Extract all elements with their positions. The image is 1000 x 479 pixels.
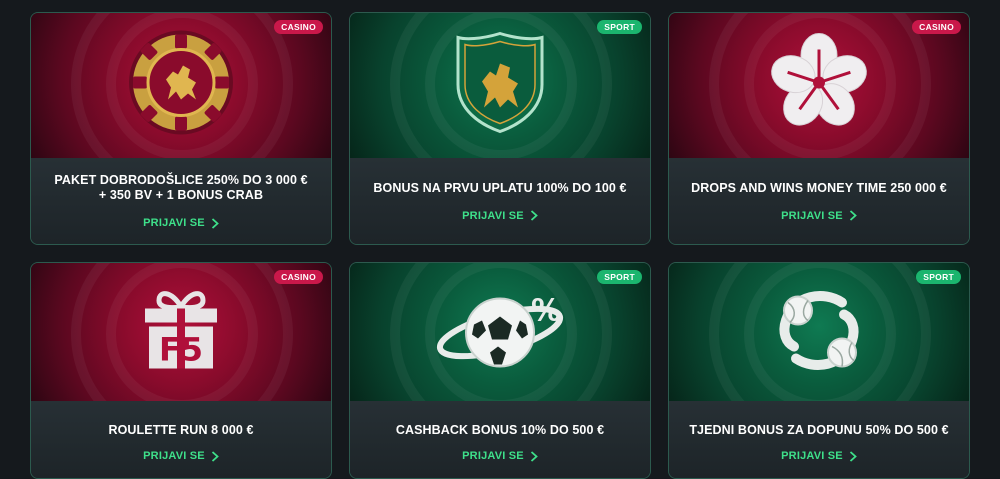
category-badge: SPORT: [916, 270, 961, 284]
promo-card-body: TJEDNI BONUS ZA DOPUNU 50% DO 500 € PRIJ…: [669, 401, 969, 478]
promo-card-image: [31, 13, 331, 160]
promo-title: DROPS AND WINS MONEY TIME 250 000 €: [691, 180, 947, 195]
promo-card-image: F5: [31, 263, 331, 403]
register-label: PRIJAVI SE: [462, 209, 524, 222]
category-badge: CASINO: [912, 20, 961, 34]
gift-fs-icon: F5: [131, 281, 231, 386]
register-button[interactable]: PRIJAVI SE: [462, 450, 538, 462]
promo-card-image: [669, 263, 969, 403]
register-label: PRIJAVI SE: [143, 450, 205, 462]
promo-card-first-deposit[interactable]: SPORT BONUS NA PRVU UPLATU 100% DO 100 €…: [349, 12, 651, 245]
promo-card-cashback[interactable]: % SPORT CASHBACK BONUS 10% DO 500 € PRIJ…: [349, 262, 651, 479]
category-badge: SPORT: [597, 20, 642, 34]
chevron-right-icon: [530, 450, 538, 462]
chevron-right-icon: [849, 450, 857, 462]
register-label: PRIJAVI SE: [462, 450, 524, 462]
promo-title: BONUS NA PRVU UPLATU 100% DO 100 €: [373, 180, 627, 195]
promo-card-body: ROULETTE RUN 8 000 € PRIJAVI SE: [31, 401, 331, 478]
register-label: PRIJAVI SE: [143, 217, 205, 229]
promo-card-body: PAKET DOBRODOŠLICE 250% DO 3 000 € + 350…: [31, 158, 331, 244]
register-button[interactable]: PRIJAVI SE: [462, 210, 538, 222]
promo-title: ROULETTE RUN 8 000 €: [108, 423, 254, 437]
category-badge: CASINO: [274, 20, 323, 34]
promo-card-body: CASHBACK BONUS 10% DO 500 € PRIJAVI SE: [350, 401, 650, 478]
promo-card-body: DROPS AND WINS MONEY TIME 250 000 € PRIJ…: [669, 158, 969, 244]
promo-card-welcome-package[interactable]: CASINO PAKET DOBRODOŠLICE 250% DO 3 000 …: [30, 12, 332, 245]
svg-text:F5: F5: [159, 331, 203, 369]
promo-card-image: [350, 13, 650, 160]
promo-title: TJEDNI BONUS ZA DOPUNU 50% DO 500 €: [689, 423, 949, 437]
register-label: PRIJAVI SE: [781, 450, 843, 462]
chevron-right-icon: [530, 210, 538, 221]
lion-chip-icon: [126, 28, 236, 143]
promo-card-weekly-reload[interactable]: SPORT TJEDNI BONUS ZA DOPUNU 50% DO 500 …: [668, 262, 970, 479]
category-badge: CASINO: [274, 270, 323, 284]
chevron-right-icon: [211, 217, 219, 229]
chevron-right-icon: [849, 210, 857, 221]
promo-card-image: [669, 13, 969, 160]
balls-cycle-icon: [764, 281, 874, 386]
register-button[interactable]: PRIJAVI SE: [143, 217, 219, 229]
promo-card-roulette-run[interactable]: F5 CASINO ROULETTE RUN 8 000 € PRIJAVI S…: [30, 262, 332, 479]
promo-card-image: %: [350, 263, 650, 403]
register-label: PRIJAVI SE: [781, 209, 843, 222]
football-percent-icon: %: [430, 281, 570, 386]
register-button[interactable]: PRIJAVI SE: [781, 210, 857, 222]
chevron-right-icon: [211, 450, 219, 462]
promo-card-body: BONUS NA PRVU UPLATU 100% DO 100 € PRIJA…: [350, 158, 650, 244]
category-badge: SPORT: [597, 270, 642, 284]
promo-title: CASHBACK BONUS 10% DO 500 €: [395, 423, 605, 437]
register-button[interactable]: PRIJAVI SE: [781, 450, 857, 462]
promo-title: PAKET DOBRODOŠLICE 250% DO 3 000 € + 350…: [54, 173, 308, 202]
promotions-grid: CASINO PAKET DOBRODOŠLICE 250% DO 3 000 …: [0, 0, 1000, 479]
svg-text:%: %: [531, 294, 561, 329]
flower-icon: [764, 28, 874, 143]
lion-shield-icon: [450, 30, 550, 141]
promo-card-drops-and-wins[interactable]: CASINO DROPS AND WINS MONEY TIME 250 000…: [668, 12, 970, 245]
register-button[interactable]: PRIJAVI SE: [143, 450, 219, 462]
